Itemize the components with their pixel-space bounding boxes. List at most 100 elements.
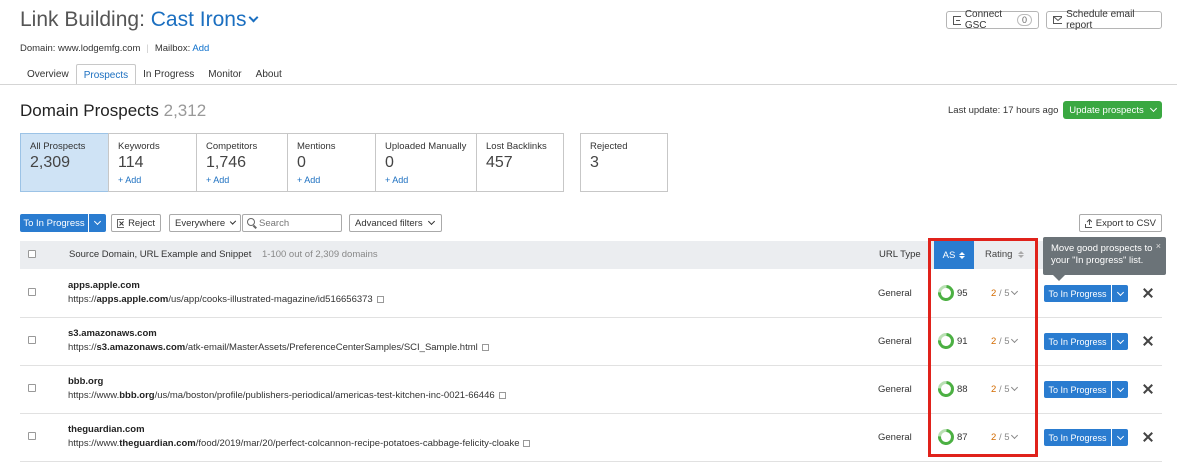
rating-scale: / 5 xyxy=(998,384,1010,395)
external-link-icon[interactable] xyxy=(523,440,531,447)
bulk-to-in-progress: To In Progress xyxy=(20,214,106,232)
reject-button[interactable]: Reject xyxy=(111,214,161,232)
row-dropdown-button[interactable] xyxy=(1112,381,1128,398)
card-add-link[interactable]: + Add xyxy=(297,175,375,185)
col-source-label: Source Domain, URL Example and Snippet xyxy=(69,249,252,260)
scope-select-value: Everywhere xyxy=(175,217,226,229)
row-to-in-progress-button[interactable]: To In Progress xyxy=(1044,333,1111,350)
schedule-email-button[interactable]: Schedule email report xyxy=(1046,9,1162,31)
tab-bar: Overview Prospects In Progress Monitor A… xyxy=(20,64,289,85)
tab-monitor[interactable]: Monitor xyxy=(201,64,248,85)
row-as-score: 87 xyxy=(957,432,968,443)
row-rating[interactable]: 2 / 5 xyxy=(991,335,1018,347)
card-label: Competitors xyxy=(206,141,258,152)
chevron-down-icon xyxy=(1010,431,1018,440)
row-dropdown-button[interactable] xyxy=(1112,429,1128,446)
url-domain: bbb.org xyxy=(119,390,155,401)
search-input[interactable] xyxy=(242,214,342,232)
card-all-prospects[interactable]: All Prospects 2,309 xyxy=(20,133,109,192)
col-rating-header[interactable]: Rating xyxy=(985,249,1025,260)
rating-scale: / 5 xyxy=(998,288,1010,299)
chevron-down-icon xyxy=(1010,287,1018,296)
chevron-down-icon xyxy=(1116,336,1124,344)
rating-scale: / 5 xyxy=(998,432,1010,443)
select-all-checkbox[interactable] xyxy=(28,250,36,258)
row-rating[interactable]: 2 / 5 xyxy=(991,383,1018,395)
card-rejected[interactable]: Rejected 3 xyxy=(580,133,668,192)
project-selector[interactable]: Cast Irons xyxy=(151,8,259,31)
row-dropdown-button[interactable] xyxy=(1112,333,1128,350)
scope-select[interactable]: Everywhere xyxy=(169,214,241,232)
row-rating[interactable]: 2 / 5 xyxy=(991,431,1018,443)
row-checkbox[interactable] xyxy=(28,336,36,344)
schedule-email-label: Schedule email report xyxy=(1066,9,1135,31)
url-prefix: https:// xyxy=(68,342,97,353)
row-to-in-progress-button[interactable]: To In Progress xyxy=(1044,285,1111,302)
advanced-filters-button[interactable]: Advanced filters xyxy=(349,214,442,232)
external-link-icon[interactable] xyxy=(376,296,384,303)
project-meta: Domain: www.lodgemfg.com | Mailbox: Add xyxy=(20,43,210,54)
card-competitors[interactable]: Competitors 1,746 + Add xyxy=(196,133,288,192)
tab-about[interactable]: About xyxy=(249,64,289,85)
row-dropdown-button[interactable] xyxy=(1112,285,1128,302)
reject-row-icon[interactable] xyxy=(1142,383,1154,395)
row-checkbox[interactable] xyxy=(28,432,36,440)
rating-scale: / 5 xyxy=(998,336,1010,347)
row-rating[interactable]: 2 / 5 xyxy=(991,287,1018,299)
rating-value: 2 xyxy=(991,336,997,347)
chevron-down-icon xyxy=(1116,288,1124,296)
reject-label: Reject xyxy=(128,217,155,229)
card-add-link[interactable]: + Add xyxy=(118,175,196,185)
card-value: 0 xyxy=(297,154,306,171)
tab-in-progress[interactable]: In Progress xyxy=(136,64,201,85)
card-uploaded-manually[interactable]: Uploaded Manually 0 + Add xyxy=(375,133,477,192)
card-lost-backlinks[interactable]: Lost Backlinks 457 xyxy=(476,133,564,192)
chevron-down-icon[interactable] xyxy=(249,12,259,23)
bulk-to-in-progress-button[interactable]: To In Progress xyxy=(20,214,88,232)
url-path: /food/2019/mar/20/perfect-colcannon-reci… xyxy=(195,438,520,449)
range-text: 1-100 out of 2,309 domains xyxy=(262,249,378,260)
bulk-dropdown-button[interactable] xyxy=(89,214,106,232)
row-url-link[interactable]: https://www.theguardian.com/food/2019/ma… xyxy=(68,438,531,449)
card-label: Mentions xyxy=(297,141,336,152)
row-url-link[interactable]: https://www.bbb.org/us/ma/boston/profile… xyxy=(68,390,506,401)
row-checkbox[interactable] xyxy=(28,384,36,392)
reject-row-icon[interactable] xyxy=(1142,287,1154,299)
connect-gsc-button[interactable]: Connect GSC 0 xyxy=(946,9,1039,31)
col-as-header[interactable]: AS xyxy=(934,241,974,269)
row-as-score: 91 xyxy=(957,336,968,347)
close-icon[interactable]: × xyxy=(1156,240,1161,252)
reject-row-icon[interactable] xyxy=(1142,335,1154,347)
card-add-link[interactable]: + Add xyxy=(206,175,287,185)
row-url-link[interactable]: https://s3.amazonaws.com/atk-email/Maste… xyxy=(68,342,489,353)
export-csv-button[interactable]: Export to CSV xyxy=(1079,214,1162,232)
update-prospects-button[interactable]: Update prospects xyxy=(1063,101,1162,119)
tab-overview[interactable]: Overview xyxy=(20,64,76,85)
chevron-down-icon xyxy=(1116,384,1124,392)
connect-gsc-label: Connect GSC xyxy=(964,9,1003,31)
external-link-icon[interactable] xyxy=(498,392,506,399)
row-to-in-progress-button[interactable]: To In Progress xyxy=(1044,429,1111,446)
row-url-link[interactable]: https://apps.apple.com/us/app/cooks-illu… xyxy=(68,294,384,305)
tooltip: Move good prospects to your "In progress… xyxy=(1043,237,1166,281)
card-keywords[interactable]: Keywords 114 + Add xyxy=(108,133,197,192)
url-prefix: https://www. xyxy=(68,438,120,449)
card-mentions[interactable]: Mentions 0 + Add xyxy=(287,133,376,192)
row-checkbox[interactable] xyxy=(28,288,36,296)
card-add-link[interactable]: + Add xyxy=(385,175,476,185)
sort-icon xyxy=(959,251,966,259)
tab-prospects[interactable]: Prospects xyxy=(75,64,137,85)
external-link-icon[interactable] xyxy=(481,344,489,351)
tab-divider xyxy=(0,84,1177,85)
card-label: Keywords xyxy=(118,141,160,152)
section-title: Domain Prospects 2,312 xyxy=(20,101,206,121)
mailbox-add-link[interactable]: Add xyxy=(192,43,209,54)
tooltip-text: Move good prospects to your "In progress… xyxy=(1051,243,1153,266)
rating-value: 2 xyxy=(991,432,997,443)
card-label: Rejected xyxy=(590,141,628,152)
row-to-in-progress-button[interactable]: To In Progress xyxy=(1044,381,1111,398)
reject-row-icon[interactable] xyxy=(1142,431,1154,443)
url-path: /us/app/cooks-illustrated-magazine/id516… xyxy=(168,294,373,305)
project-name[interactable]: Cast Irons xyxy=(151,8,247,31)
section-title-text: Domain Prospects xyxy=(20,101,159,120)
